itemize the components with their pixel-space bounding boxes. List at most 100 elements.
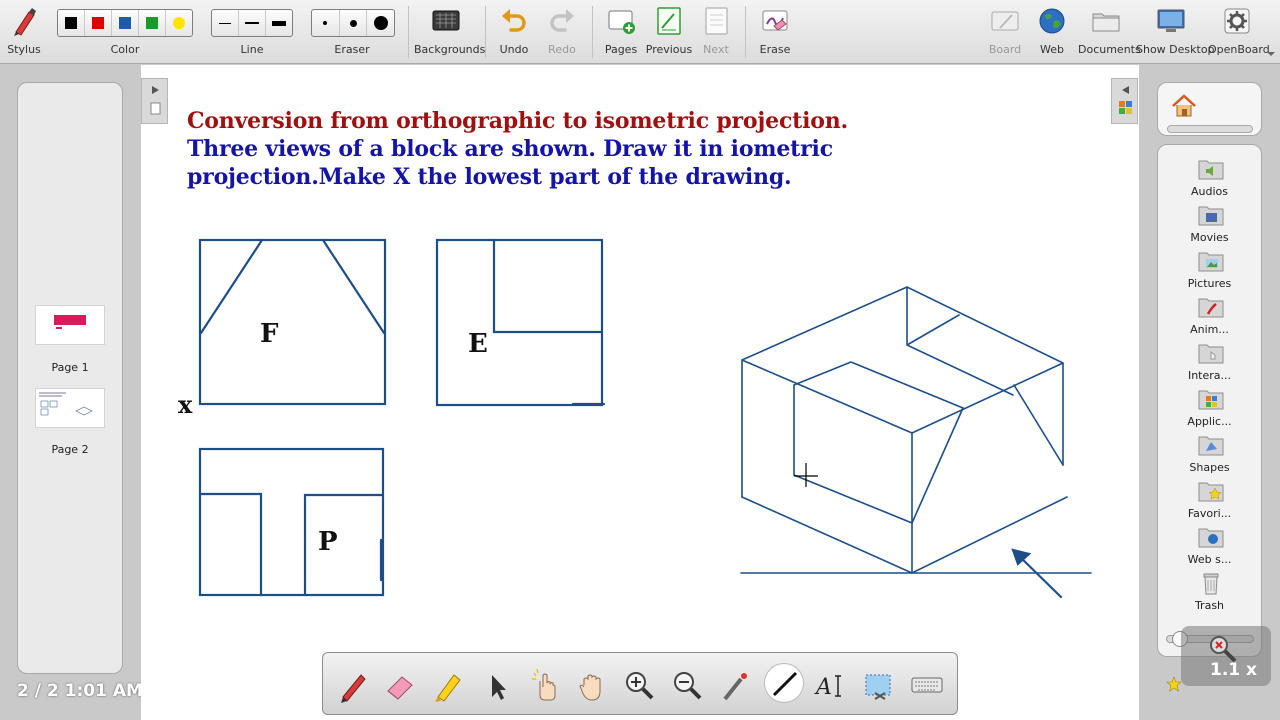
add-page-icon [608, 10, 635, 34]
line-width-palette [211, 9, 293, 37]
color-red-swatch[interactable] [85, 10, 112, 36]
left-panel-toggle[interactable] [141, 78, 168, 124]
whiteboard-canvas[interactable]: Conversion from orthographic to isometri… [141, 65, 1139, 720]
main-toolbar: Stylus Color Line Eraser Backgrounds Und… [0, 0, 1280, 64]
home-icon[interactable] [1171, 93, 1197, 119]
line-thick-option[interactable] [266, 10, 292, 36]
web-label: Web [1040, 43, 1064, 56]
library-item-audios[interactable]: Audios [1158, 157, 1261, 203]
page-thumbnail-image [54, 315, 86, 329]
web-mode-button[interactable]: Web [1030, 0, 1074, 64]
openboard-label: OpenBoard [1208, 43, 1270, 56]
board-mode-button[interactable]: Board [983, 0, 1027, 64]
virtual-keyboard-button[interactable] [908, 665, 948, 705]
trash-icon [1203, 573, 1219, 595]
library-item-pictures[interactable]: Pictures [1158, 249, 1261, 295]
erase-button[interactable]: Erase [752, 0, 798, 64]
toolbar-separator [408, 6, 409, 58]
selector-tool-button[interactable] [478, 665, 514, 705]
color-yellow-swatch[interactable] [166, 10, 192, 36]
plan-view-label: P [318, 527, 338, 557]
desktop-monitor-icon [1157, 9, 1185, 32]
pen-tool-button[interactable] [335, 665, 371, 705]
favorites-folder-icon [1198, 482, 1224, 502]
color-blue-swatch[interactable] [112, 10, 139, 36]
highlighter-tool-button[interactable] [430, 665, 466, 705]
zoom-in-button[interactable] [621, 665, 657, 705]
line-thin-option[interactable] [212, 10, 239, 36]
next-label: Next [703, 43, 729, 56]
redo-button[interactable]: Redo [540, 0, 584, 64]
undo-label: Undo [499, 43, 529, 56]
library-path-scrollbar[interactable] [1167, 125, 1253, 133]
line-medium-option[interactable] [239, 10, 266, 36]
show-desktop-button[interactable]: Show Desktop [1136, 0, 1215, 64]
openboard-menu-button[interactable]: OpenBoard [1208, 0, 1270, 64]
chevron-down-icon[interactable] [1266, 50, 1276, 58]
movie-folder-icon [1198, 206, 1224, 226]
globe-icon [1039, 8, 1065, 34]
eraser-tool-button[interactable] [382, 665, 418, 705]
laser-pointer-icon [723, 673, 747, 701]
zoom-out-button[interactable] [669, 665, 705, 705]
projection-drawing [198, 238, 1092, 599]
eraser-small-option[interactable] [312, 10, 340, 36]
erase-board-icon [762, 10, 788, 31]
color-green-swatch[interactable] [139, 10, 166, 36]
color-group: Color [55, 0, 195, 64]
board-icon [991, 11, 1019, 31]
erase-label: Erase [759, 43, 791, 56]
end-view [435, 238, 606, 407]
library-item-interactivities[interactable]: Intera... [1158, 341, 1261, 387]
drawing-tools-bar: A [322, 652, 958, 715]
eraser-medium-option[interactable] [340, 10, 368, 36]
backgrounds-button[interactable]: Backgrounds [414, 0, 486, 64]
eraser-group: Eraser [309, 0, 395, 64]
line-tool-button[interactable] [764, 663, 804, 703]
eraser-large-option[interactable] [367, 10, 394, 36]
page-1-thumbnail[interactable] [35, 305, 105, 345]
right-panel-toggle[interactable] [1111, 78, 1138, 124]
collapse-arrow-icon [150, 86, 161, 115]
page-2-label: Page 2 [51, 443, 89, 456]
favorite-star-icon[interactable] [1166, 676, 1182, 692]
laser-pointer-button[interactable] [717, 665, 753, 705]
library-item-web-search[interactable]: Web s... [1158, 525, 1261, 571]
previous-page-button[interactable]: Previous [645, 0, 693, 64]
hand-tool-button[interactable] [574, 665, 610, 705]
library-item-label: Intera... [1187, 369, 1232, 382]
capture-tool-button[interactable] [861, 665, 897, 705]
page-1-label: Page 1 [51, 361, 89, 374]
documents-folder-icon [1092, 13, 1120, 32]
backgrounds-label: Backgrounds [414, 43, 486, 56]
backgrounds-icon [432, 10, 460, 31]
library-item-label: Trash [1194, 599, 1225, 612]
library-item-trash[interactable]: Trash [1158, 571, 1261, 617]
text-icon: A [814, 675, 841, 700]
library-item-animations[interactable]: Anim... [1158, 295, 1261, 341]
undo-button[interactable]: Undo [492, 0, 536, 64]
library-item-shapes[interactable]: Shapes [1158, 433, 1261, 479]
library-item-movies[interactable]: Movies [1158, 203, 1261, 249]
page-counter-clock: 2 / 2 1:01 AM [17, 681, 143, 701]
eraser-size-palette [311, 9, 395, 37]
library-item-applications[interactable]: Applic... [1158, 387, 1261, 433]
expand-arrow-icon [1119, 86, 1132, 114]
redo-label: Redo [548, 43, 576, 56]
text-tool-button[interactable]: A [813, 665, 849, 705]
color-black-swatch[interactable] [58, 10, 85, 36]
zoom-level: 1.1 x [1210, 660, 1257, 680]
zoom-out-icon [674, 672, 702, 700]
pen-icon [341, 674, 366, 703]
documents-mode-button[interactable]: Documents [1078, 0, 1141, 64]
page-2-thumbnail[interactable] [35, 388, 105, 428]
line-label: Line [240, 43, 264, 56]
library-item-favorites[interactable]: Favori... [1158, 479, 1261, 525]
pages-button[interactable]: Pages [599, 0, 643, 64]
interact-tool-button[interactable] [526, 665, 562, 705]
stylus-button[interactable]: Stylus [2, 0, 46, 64]
animation-folder-icon [1198, 298, 1224, 318]
line-group: Line [209, 0, 295, 64]
next-page-button[interactable]: Next [694, 0, 738, 64]
stylus-icon [14, 8, 36, 36]
